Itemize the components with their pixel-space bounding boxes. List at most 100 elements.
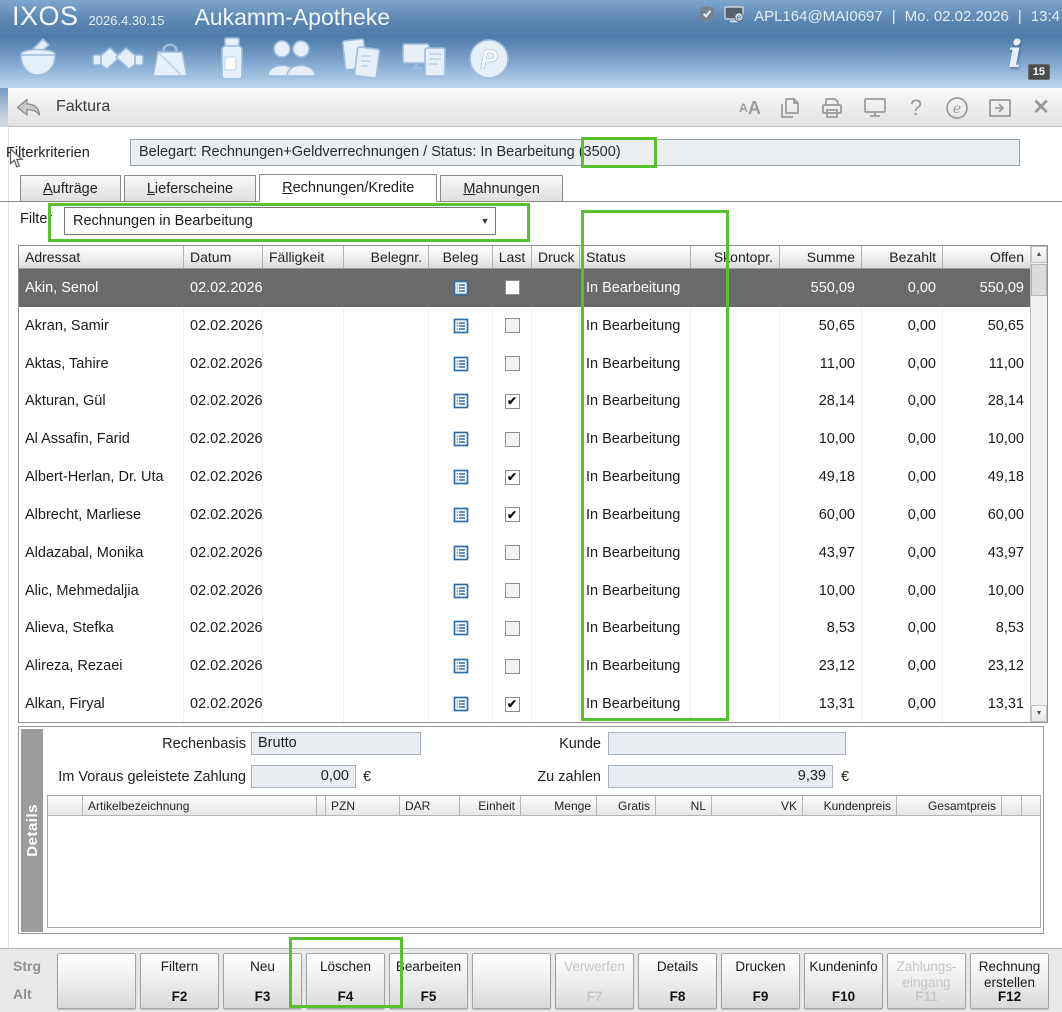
cell-adressat: Aldazabal, Monika <box>19 534 184 572</box>
last-checkbox[interactable] <box>505 432 520 447</box>
tab-auftraege[interactable]: Aufträge <box>20 175 121 201</box>
bearbeiten-button[interactable]: BearbeitenF5 <box>389 953 468 1009</box>
table-row-akturan-guel[interactable]: Akturan, Gül02.02.2026✔In Bearbeitung28,… <box>19 382 1030 420</box>
chevron-down-icon[interactable]: ▼ <box>475 216 495 226</box>
details-side-tab[interactable]: Details <box>21 729 43 932</box>
zu-zahlen-field[interactable]: 9,39 <box>608 765 833 788</box>
scrollbar-thumb[interactable] <box>1031 264 1047 296</box>
vertical-scrollbar[interactable]: ▲ ▼ <box>1030 246 1047 722</box>
loeschen-button[interactable]: LöschenF4 <box>306 953 385 1009</box>
last-checkbox[interactable]: ✔ <box>505 697 520 712</box>
table-row-akran-samir[interactable]: Akran, Samir02.02.2026In Bearbeitung50,6… <box>19 307 1030 345</box>
scrollbar-down-icon[interactable]: ▼ <box>1031 705 1047 722</box>
table-row-alic-mehmedaljia[interactable]: Alic, Mehmedaljia02.02.2026In Bearbeitun… <box>19 572 1030 610</box>
filtern-button[interactable]: FilternF2 <box>140 953 219 1009</box>
scrollbar-up-icon[interactable]: ▲ <box>1031 246 1047 263</box>
column-header-datum[interactable]: Datum <box>184 246 263 269</box>
bag-icon[interactable] <box>146 36 196 84</box>
column-header-offen[interactable]: Offen <box>943 246 1030 269</box>
beleg-document-icon[interactable] <box>453 583 469 599</box>
vorauszahlung-field[interactable]: 0,00 <box>251 765 356 788</box>
documents-icon[interactable] <box>336 36 386 84</box>
last-checkbox[interactable] <box>505 583 520 598</box>
beleg-document-icon[interactable] <box>453 393 469 409</box>
invoice-table-body: Akin, Senol02.02.2026In Bearbeitung550,0… <box>19 269 1030 722</box>
date-label: Mo. 02.02.2026 <box>905 8 1009 25</box>
last-checkbox[interactable]: ✔ <box>505 507 520 522</box>
table-row-albrecht-marliese[interactable]: Albrecht, Marliese02.02.2026✔In Bearbeit… <box>19 496 1030 534</box>
table-row-alkan-firyal[interactable]: Alkan, Firyal02.02.2026✔In Bearbeitung13… <box>19 685 1030 722</box>
column-header-status[interactable]: Status <box>580 246 691 269</box>
neu-button[interactable]: NeuF3 <box>223 953 302 1009</box>
table-row-aldazabal-monika[interactable]: Aldazabal, Monika02.02.2026In Bearbeitun… <box>19 534 1030 572</box>
last-checkbox[interactable] <box>505 356 520 371</box>
customers-icon[interactable] <box>264 36 314 84</box>
mortar-pestle-icon[interactable] <box>14 36 64 84</box>
beleg-document-icon[interactable] <box>453 507 469 523</box>
info-icon[interactable]: i 15 <box>1006 36 1046 82</box>
article-column-pzn: PZN <box>326 796 400 816</box>
cell-belegnr <box>344 382 429 420</box>
column-header-last[interactable]: Last <box>493 246 532 269</box>
p-module-icon[interactable]: P <box>465 36 515 84</box>
column-header-summe[interactable]: Summe <box>780 246 862 269</box>
last-checkbox[interactable]: ✔ <box>505 470 520 485</box>
column-header-bezahlt[interactable]: Bezahlt <box>862 246 943 269</box>
rechenbasis-field[interactable]: Brutto <box>251 732 421 755</box>
last-checkbox[interactable] <box>505 545 520 560</box>
cell-status: In Bearbeitung <box>580 572 691 610</box>
table-row-aktas-tahire[interactable]: Aktas, Tahire02.02.2026In Bearbeitung11,… <box>19 345 1030 383</box>
beleg-document-icon[interactable] <box>453 431 469 447</box>
cell-offen: 60,00 <box>943 496 1030 534</box>
table-row-albert-herlan-dr-uta[interactable]: Albert-Herlan, Dr. Uta02.02.2026✔In Bear… <box>19 458 1030 496</box>
last-checkbox[interactable] <box>505 659 520 674</box>
beleg-document-icon[interactable] <box>453 280 469 296</box>
beleg-document-icon[interactable] <box>453 545 469 561</box>
last-checkbox[interactable] <box>505 621 520 636</box>
last-checkbox[interactable] <box>505 280 520 295</box>
tab-mahnungen[interactable]: Mahnungen <box>440 175 563 201</box>
beleg-document-icon[interactable] <box>453 696 469 712</box>
filter-criteria-field[interactable]: Belegart: Rechnungen+Geldverrechnungen /… <box>130 139 1020 166</box>
details-button[interactable]: DetailsF8 <box>638 953 717 1009</box>
beleg-document-icon[interactable] <box>453 356 469 372</box>
help-icon[interactable]: ? <box>905 95 927 121</box>
column-header-faelligkeit[interactable]: Fälligkeit <box>263 246 344 269</box>
beleg-document-icon[interactable] <box>453 620 469 636</box>
kundeninfo-button[interactable]: KundeninfoF10 <box>804 953 883 1009</box>
beleg-document-icon[interactable] <box>453 469 469 485</box>
beleg-document-icon[interactable] <box>453 318 469 334</box>
back-arrow-icon[interactable] <box>14 96 42 121</box>
column-header-adressat[interactable]: Adressat <box>19 246 184 269</box>
table-row-alieva-stefka[interactable]: Alieva, Stefka02.02.2026In Bearbeitung8,… <box>19 609 1030 647</box>
print-icon[interactable] <box>819 95 845 121</box>
column-header-beleg[interactable]: Beleg <box>429 246 493 269</box>
window-switch-icon[interactable] <box>987 95 1013 121</box>
font-size-icon[interactable]: AA <box>739 95 761 121</box>
table-row-alireza-rezaei[interactable]: Alireza, Rezaei02.02.2026In Bearbeitung2… <box>19 647 1030 685</box>
rechnung-erstellen-button[interactable]: Rechnung erstellenF12 <box>970 953 1049 1009</box>
drucken-button[interactable]: DruckenF9 <box>721 953 800 1009</box>
last-checkbox[interactable] <box>505 318 520 333</box>
econnect-icon[interactable]: e <box>944 95 970 121</box>
handshake-icon[interactable] <box>92 36 142 84</box>
filter-dropdown[interactable]: Rechnungen in Bearbeitung ▼ <box>64 207 496 235</box>
screen-icon[interactable] <box>862 95 888 121</box>
table-row-akin-senol[interactable]: Akin, Senol02.02.2026In Bearbeitung550,0… <box>19 269 1030 307</box>
medicine-bottle-icon[interactable] <box>212 36 262 84</box>
tab-rechnungen-kredite[interactable]: Rechnungen/Kredite <box>259 174 437 202</box>
last-checkbox[interactable]: ✔ <box>505 394 520 409</box>
copy-icon[interactable] <box>778 95 802 121</box>
column-header-belegnr[interactable]: Belegnr. <box>344 246 429 269</box>
close-icon[interactable]: ✕ <box>1030 95 1052 121</box>
column-header-druck[interactable]: Druck <box>532 246 580 269</box>
cell-druck <box>532 647 580 685</box>
column-header-skontopr[interactable]: Skontopr. <box>691 246 780 269</box>
module-bar: Faktura AA?e✕ <box>0 88 1062 127</box>
cell-summe: 10,00 <box>780 572 862 610</box>
tab-lieferscheine[interactable]: Lieferscheine <box>124 175 256 201</box>
beleg-document-icon[interactable] <box>453 658 469 674</box>
table-row-al-assafin-farid[interactable]: Al Assafin, Farid02.02.2026In Bearbeitun… <box>19 420 1030 458</box>
kunde-field[interactable] <box>608 732 846 755</box>
reports-icon[interactable] <box>398 36 448 84</box>
